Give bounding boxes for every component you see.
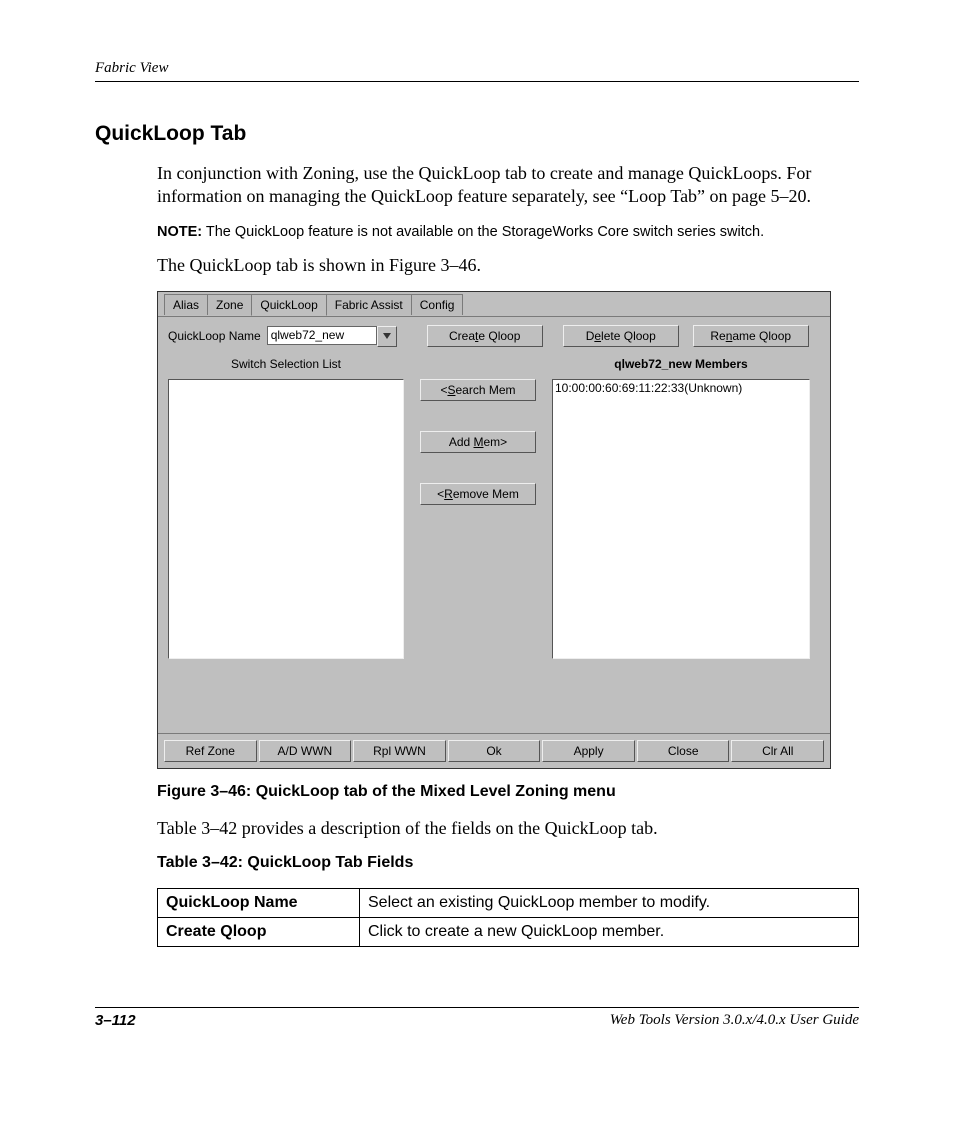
figure-caption: Figure 3–46: QuickLoop tab of the Mixed …: [157, 783, 859, 801]
ok-button[interactable]: Ok: [448, 740, 541, 762]
note-body: The QuickLoop feature is not available o…: [202, 224, 764, 240]
rpl-wwn-button[interactable]: Rpl WWN: [353, 740, 446, 762]
member-item[interactable]: 10:00:00:60:69:11:22:33(Unknown): [555, 381, 807, 395]
list-panes-row: Switch Selection List <Search Mem Add Me…: [158, 355, 830, 659]
tab-alias[interactable]: Alias: [164, 294, 208, 315]
create-qloop-button[interactable]: Create Qloop: [427, 325, 543, 347]
table-row: Create Qloop Click to create a new Quick…: [158, 918, 859, 947]
table-caption: Table 3–42: QuickLoop Tab Fields: [157, 854, 859, 872]
figure-ref-paragraph: The QuickLoop tab is shown in Figure 3–4…: [157, 254, 859, 277]
chevron-down-icon: [383, 333, 391, 339]
field-desc-cell: Select an existing QuickLoop member to m…: [360, 889, 859, 918]
field-desc-cell: Click to create a new QuickLoop member.: [360, 918, 859, 947]
ref-zone-button[interactable]: Ref Zone: [164, 740, 257, 762]
name-toolbar-row: QuickLoop Name Create Qloop Delete Qloop…: [158, 317, 830, 355]
quickloop-name-dropdown-button[interactable]: [377, 326, 397, 347]
page-number: 3–112: [95, 1012, 136, 1029]
quickloop-name-label: QuickLoop Name: [168, 329, 261, 343]
close-button[interactable]: Close: [637, 740, 730, 762]
rename-qloop-button[interactable]: Rename Qloop: [693, 325, 809, 347]
note-label: NOTE:: [157, 224, 202, 240]
add-mem-button[interactable]: Add Mem>: [420, 431, 536, 453]
clr-all-button[interactable]: Clr All: [731, 740, 824, 762]
field-name-cell: QuickLoop Name: [158, 889, 360, 918]
search-mem-button[interactable]: <Search Mem: [420, 379, 536, 401]
table-row: QuickLoop Name Select an existing QuickL…: [158, 889, 859, 918]
members-list[interactable]: 10:00:00:60:69:11:22:33(Unknown): [552, 379, 810, 659]
guide-title: Web Tools Version 3.0.x/4.0.x User Guide: [610, 1012, 859, 1029]
quickloop-window: AliasZoneQuickLoopFabric AssistConfig Qu…: [157, 291, 831, 769]
quickloop-name-combo[interactable]: [267, 326, 397, 347]
tab-zone[interactable]: Zone: [207, 294, 252, 315]
table-ref-paragraph: Table 3–42 provides a description of the…: [157, 817, 859, 840]
page-footer: 3–112 Web Tools Version 3.0.x/4.0.x User…: [95, 1007, 859, 1029]
tab-config[interactable]: Config: [411, 294, 464, 315]
quickloop-name-input[interactable]: [267, 326, 377, 345]
apply-button[interactable]: Apply: [542, 740, 635, 762]
ad-wwn-button[interactable]: A/D WWN: [259, 740, 352, 762]
bottom-button-bar: Ref Zone A/D WWN Rpl WWN Ok Apply Close …: [158, 733, 830, 768]
switch-selection-list[interactable]: [168, 379, 404, 659]
switch-selection-header: Switch Selection List: [168, 355, 404, 373]
tab-fabric-assist[interactable]: Fabric Assist: [326, 294, 412, 315]
delete-qloop-button[interactable]: Delete Qloop: [563, 325, 679, 347]
field-name-cell: Create Qloop: [158, 918, 360, 947]
members-header: qlweb72_new Members: [552, 355, 810, 373]
note-paragraph: NOTE: The QuickLoop feature is not avail…: [157, 223, 859, 242]
tab-quickloop[interactable]: QuickLoop: [251, 294, 326, 316]
running-header: Fabric View: [95, 60, 859, 82]
remove-mem-button[interactable]: <Remove Mem: [420, 483, 536, 505]
field-description-table: QuickLoop Name Select an existing QuickL…: [157, 888, 859, 947]
intro-paragraph: In conjunction with Zoning, use the Quic…: [157, 162, 859, 209]
transfer-buttons-column: <Search Mem Add Mem> <Remove Mem: [404, 355, 552, 659]
section-title: QuickLoop Tab: [95, 122, 859, 146]
tab-strip: AliasZoneQuickLoopFabric AssistConfig: [158, 292, 830, 317]
